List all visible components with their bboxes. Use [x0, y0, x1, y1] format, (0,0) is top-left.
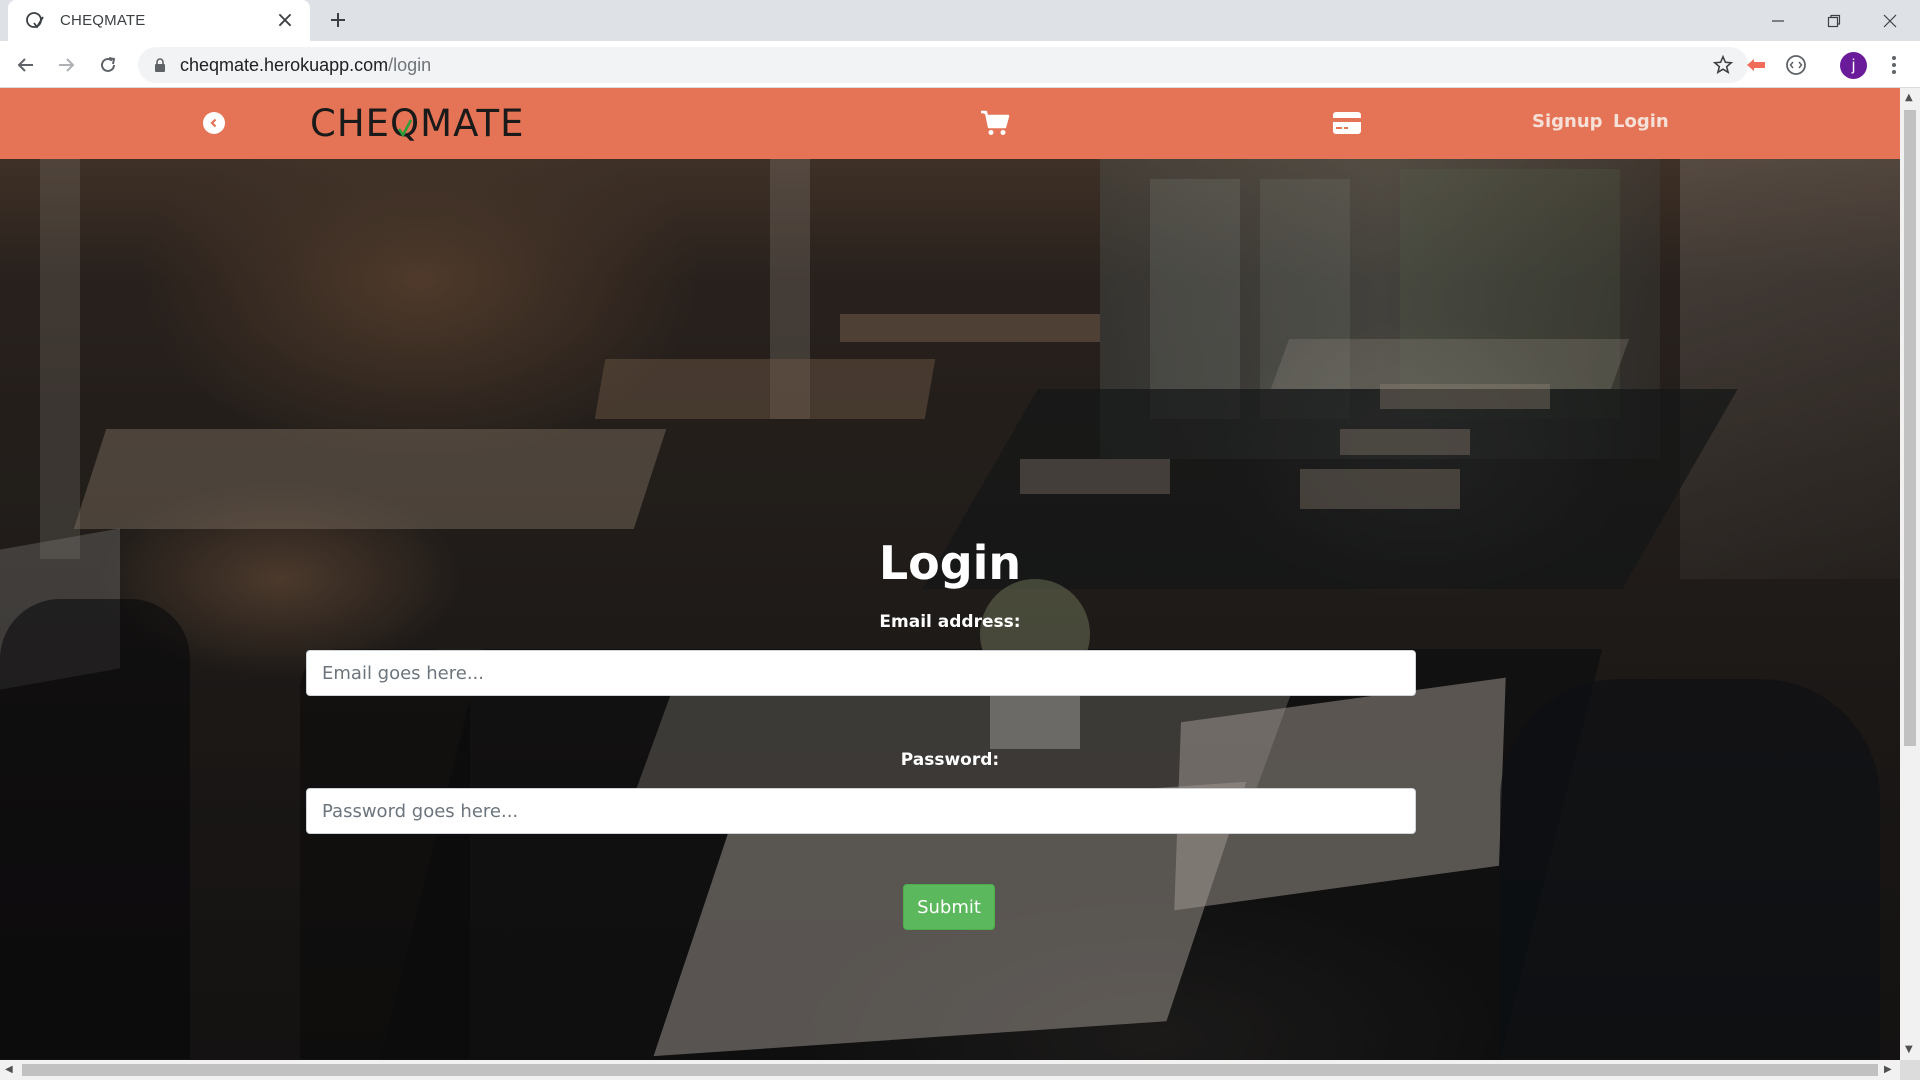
cheqmate-favicon-icon [24, 10, 46, 32]
cheqmate-logo[interactable]: CHEQ MATE [310, 100, 525, 146]
password-label: Password: [900, 750, 1000, 770]
horizontal-scrollbar[interactable]: ◀ ▶ [0, 1060, 1900, 1080]
arrow-left-icon [17, 58, 33, 72]
restore-icon [1827, 14, 1841, 27]
forward-button[interactable] [50, 49, 82, 81]
login-link[interactable]: Login [1613, 111, 1669, 132]
tab-close-icon[interactable]: × [274, 9, 296, 32]
bookmark-star-icon[interactable] [1712, 54, 1734, 76]
arrow-right-icon [59, 58, 75, 72]
email-field[interactable] [306, 650, 1416, 696]
reload-icon [101, 57, 116, 72]
back-button[interactable] [10, 49, 42, 81]
tab-strip: CHEQMATE × [0, 0, 1920, 41]
shopping-cart-icon[interactable] [980, 110, 1010, 136]
logo-check-icon [398, 119, 413, 138]
plus-icon [331, 13, 345, 27]
browser-toolbar: cheqmate.herokuapp.com/login j [0, 41, 1920, 88]
credit-card-icon[interactable] [1332, 111, 1362, 135]
vertical-scroll-thumb[interactable] [1904, 110, 1916, 746]
address-bar[interactable]: cheqmate.herokuapp.com/login [138, 47, 1748, 83]
url-text: cheqmate.herokuapp.com/login [180, 54, 432, 75]
restore-button[interactable] [1806, 0, 1862, 41]
page-viewport: CHEQ MATE Signup Login Login Email addre… [0, 88, 1900, 1060]
password-field[interactable] [306, 788, 1416, 834]
horizontal-scroll-thumb[interactable] [22, 1064, 1878, 1076]
scroll-up-icon[interactable]: ▲ [1905, 92, 1913, 103]
minimize-button[interactable] [1750, 0, 1806, 41]
extension-red-icon[interactable] [1744, 53, 1768, 77]
tab-title: CHEQMATE [60, 12, 146, 29]
scroll-right-icon[interactable]: ▶ [1884, 1064, 1892, 1075]
scroll-left-icon[interactable]: ◀ [5, 1064, 13, 1075]
new-tab-button[interactable] [324, 6, 352, 34]
vertical-scrollbar[interactable]: ▲ ▼ [1900, 88, 1920, 1060]
scroll-down-icon[interactable]: ▼ [1905, 1044, 1913, 1055]
logo-text-right: MATE [420, 101, 525, 145]
close-window-button[interactable] [1862, 0, 1918, 41]
email-label: Email address: [879, 612, 1021, 632]
reload-button[interactable] [92, 49, 124, 81]
lock-icon [155, 58, 165, 72]
minimize-icon [1772, 19, 1784, 22]
page-title: Login [878, 536, 1022, 590]
browser-tab[interactable]: CHEQMATE × [8, 0, 310, 41]
browser-menu-icon[interactable] [1882, 53, 1906, 77]
submit-button[interactable]: Submit [903, 884, 995, 930]
scrollbar-corner [1900, 1060, 1920, 1080]
profile-avatar[interactable]: j [1840, 52, 1867, 79]
close-icon [1883, 14, 1897, 27]
chevron-circle-left-icon[interactable] [203, 112, 225, 134]
site-navbar: CHEQ MATE Signup Login [0, 88, 1900, 159]
signup-link[interactable]: Signup [1532, 111, 1603, 132]
extension-code-icon[interactable] [1784, 53, 1808, 77]
